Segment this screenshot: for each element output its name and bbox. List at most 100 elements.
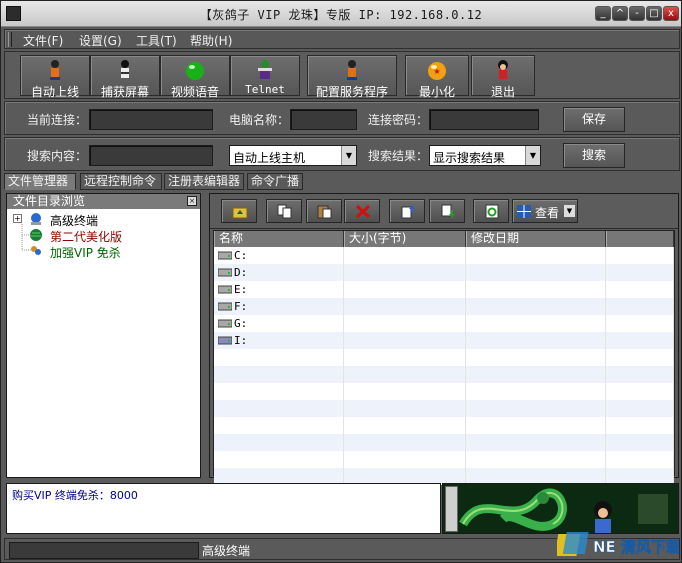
table-row	[214, 366, 674, 383]
table-cell	[606, 315, 674, 332]
view-menu-button[interactable]: 查看 ▼	[512, 199, 578, 223]
table-row	[214, 400, 674, 417]
connection-password-label: 连接密码：	[368, 113, 429, 127]
table-cell	[344, 332, 466, 349]
log-output[interactable]: 购买VIP 终端免杀：8000	[6, 483, 441, 534]
view-label: 查看	[535, 206, 560, 220]
save-button[interactable]: 保存	[563, 107, 625, 132]
table-cell	[466, 264, 606, 281]
computer-name-label: 电脑名称：	[229, 113, 290, 127]
search-mode-select[interactable]: 自动上线主机 ▼	[229, 145, 357, 166]
table-cell	[606, 332, 674, 349]
table-row[interactable]: F:	[214, 298, 674, 315]
table-row	[214, 383, 674, 400]
copy-button[interactable]	[266, 199, 302, 223]
menu-bar: 文件(F) 设置(G) 工具(T) 帮助(H)	[4, 29, 680, 49]
cdrom-drive-icon	[218, 336, 232, 345]
up-folder-button[interactable]	[221, 199, 257, 223]
table-row[interactable]: G:	[214, 315, 674, 332]
search-content-label: 搜索内容：	[27, 149, 88, 163]
tree-item-label: 加强VIP 免杀	[50, 246, 121, 260]
download-button[interactable]	[429, 199, 465, 223]
exit-button[interactable]: 退出	[471, 55, 535, 99]
table-cell	[606, 298, 674, 315]
banner-scrollbar[interactable]	[445, 486, 458, 532]
table-cell	[466, 434, 606, 451]
menu-file[interactable]: 文件(F)	[23, 32, 63, 49]
table-row[interactable]: I:	[214, 332, 674, 349]
minimize-app-button[interactable]: ★ 最小化	[405, 55, 469, 99]
tab-command-broadcast[interactable]: 命令广播	[247, 173, 303, 190]
main-toolbar: 自动上线 捕获屏幕 视频语音 Telnet 配置服务程序 ★ 最小化 退出	[4, 51, 680, 99]
connection-password-field[interactable]	[429, 109, 539, 130]
drive-name: F:	[234, 300, 248, 313]
close-button[interactable]: x	[663, 6, 679, 21]
table-cell	[466, 332, 606, 349]
refresh-button[interactable]	[473, 199, 509, 223]
chevron-down-icon: ▼	[564, 205, 575, 217]
tab-registry-editor[interactable]: 注册表编辑器	[164, 173, 244, 190]
title-bar[interactable]: 【灰鸽子 VIP 龙珠】专版 IP: 192.168.0.12 _ ^ - □ …	[1, 1, 681, 27]
menu-settings[interactable]: 设置(G)	[79, 32, 122, 49]
search-mode-value: 自动上线主机	[233, 151, 306, 165]
table-cell	[606, 349, 674, 366]
configure-server-button[interactable]: 配置服务程序	[307, 55, 397, 99]
search-panel: 搜索内容： 自动上线主机 ▼ 搜索结果： 显示搜索结果 ▼ 搜索	[4, 137, 680, 171]
menu-tools[interactable]: 工具(T)	[136, 32, 177, 49]
search-result-label: 搜索结果：	[368, 149, 429, 163]
table-cell	[606, 264, 674, 281]
upload-icon	[401, 205, 415, 219]
maximize-button[interactable]: □	[646, 6, 662, 21]
table-cell	[466, 451, 606, 468]
watermark-text: NE 清风下载	[593, 538, 679, 556]
computer-name-field[interactable]	[290, 109, 357, 130]
character-figure-icon	[121, 60, 129, 78]
table-row	[214, 434, 674, 451]
drive-name: I:	[234, 334, 248, 347]
capture-screen-button[interactable]: 捕获屏幕	[90, 55, 160, 99]
table-cell	[214, 366, 344, 383]
auto-online-button[interactable]: 自动上线	[20, 55, 90, 99]
table-cell	[214, 451, 344, 468]
search-button[interactable]: 搜索	[563, 143, 625, 168]
delete-button[interactable]	[344, 199, 380, 223]
table-cell	[466, 383, 606, 400]
table-cell	[466, 247, 606, 264]
table-cell	[606, 417, 674, 434]
tab-remote-control[interactable]: 远程控制命令	[80, 173, 162, 190]
rollup-button[interactable]: ^	[612, 6, 628, 21]
video-voice-button[interactable]: 视频语音	[160, 55, 230, 99]
table-row[interactable]: D:	[214, 264, 674, 281]
tab-file-manager[interactable]: 文件管理器	[4, 173, 76, 190]
column-modified[interactable]: 修改日期	[466, 231, 606, 247]
collapse-button[interactable]: _	[595, 6, 611, 21]
paste-icon	[317, 205, 332, 219]
table-row[interactable]: C:	[214, 247, 674, 264]
dragon-ball-icon: ★	[428, 62, 446, 80]
column-size[interactable]: 大小(字节)	[344, 231, 466, 247]
paste-button[interactable]	[306, 199, 342, 223]
dragon-artwork	[443, 484, 678, 533]
chevron-down-icon[interactable]: ▼	[341, 146, 356, 165]
table-row[interactable]: E:	[214, 281, 674, 298]
telnet-button[interactable]: Telnet	[230, 55, 300, 96]
search-content-input[interactable]	[89, 145, 213, 166]
close-icon[interactable]: ×	[187, 196, 197, 206]
table-cell	[344, 264, 466, 281]
upload-button[interactable]	[389, 199, 425, 223]
column-extra[interactable]	[606, 231, 674, 247]
file-list[interactable]: 名称 大小(字节) 修改日期 C: D: E: F: G: I:	[213, 230, 675, 485]
search-result-select[interactable]: 显示搜索结果 ▼	[429, 145, 541, 166]
column-name[interactable]: 名称	[214, 231, 344, 247]
drive-name: G:	[234, 317, 248, 330]
table-cell	[606, 383, 674, 400]
drive-name: E:	[234, 283, 248, 296]
minimize-button[interactable]: -	[629, 6, 645, 21]
auto-online-label: 自动上线	[30, 85, 79, 99]
file-toolbar: 查看 ▼	[210, 194, 678, 229]
current-connection-field[interactable]	[89, 109, 213, 130]
chevron-down-icon[interactable]: ▼	[525, 146, 540, 165]
table-cell	[606, 434, 674, 451]
menu-help[interactable]: 帮助(H)	[190, 32, 232, 49]
table-cell	[344, 315, 466, 332]
